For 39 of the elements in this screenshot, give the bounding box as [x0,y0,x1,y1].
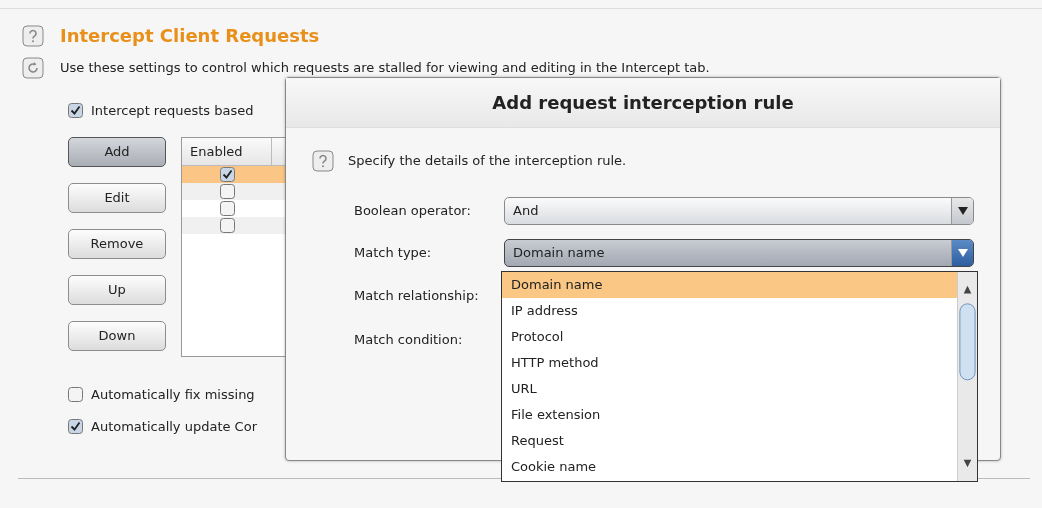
action-button[interactable]: Edit [68,182,166,213]
section-title: Intercept Client Requests [60,24,320,48]
dropdown-option[interactable]: File extension [502,402,957,428]
dialog-title: Add request interception rule [286,78,1000,128]
dropdown-option[interactable]: Domain name [502,272,957,298]
dropdown-arrow-icon [957,249,968,257]
checkbox[interactable] [220,166,235,182]
dropdown-option[interactable]: HTTP method [502,350,957,376]
help-icon[interactable] [22,24,44,47]
field-label: Match type: [354,244,433,263]
checkbox-label: Automatically update Cor [91,418,257,436]
dropdown-option[interactable]: URL [502,376,957,402]
checkbox[interactable] [68,386,83,402]
dropdown-option[interactable]: Cookie name [502,454,957,480]
refresh-icon[interactable] [22,57,44,79]
field-label: Boolean operator: [354,202,472,221]
checkbox[interactable] [68,419,83,435]
dropdown-option[interactable]: IP address [502,298,957,324]
action-button[interactable]: Up [68,274,166,305]
checkbox[interactable] [220,183,235,199]
scrollbar[interactable] [957,272,977,481]
section-description: Use these settings to control which requests are stalled for viewing and editing in the Intercept tab. [60,59,710,78]
checkbox-label: Intercept requests based [91,102,254,120]
dropdown-arrow-icon [957,207,968,215]
dropdown-option[interactable]: Protocol [502,324,957,350]
action-button[interactable]: Add [68,136,166,167]
action-button[interactable]: Down [68,320,166,351]
field-label: Match relationship: [354,287,480,306]
checkbox[interactable] [220,217,235,233]
dialog-intro: Specify the details of the interception rule. [348,152,627,171]
action-button[interactable]: Remove [68,228,166,259]
dropdown-field[interactable]: And [504,197,974,225]
checkbox-label: Automatically fix missing [91,385,255,404]
checkbox[interactable] [220,200,235,216]
dropdown-option[interactable]: Request [502,428,957,454]
checkbox[interactable] [68,103,83,119]
field-label: Match condition: [354,331,464,350]
help-icon[interactable] [312,150,334,172]
dropdown-field[interactable]: Domain name [504,239,974,267]
